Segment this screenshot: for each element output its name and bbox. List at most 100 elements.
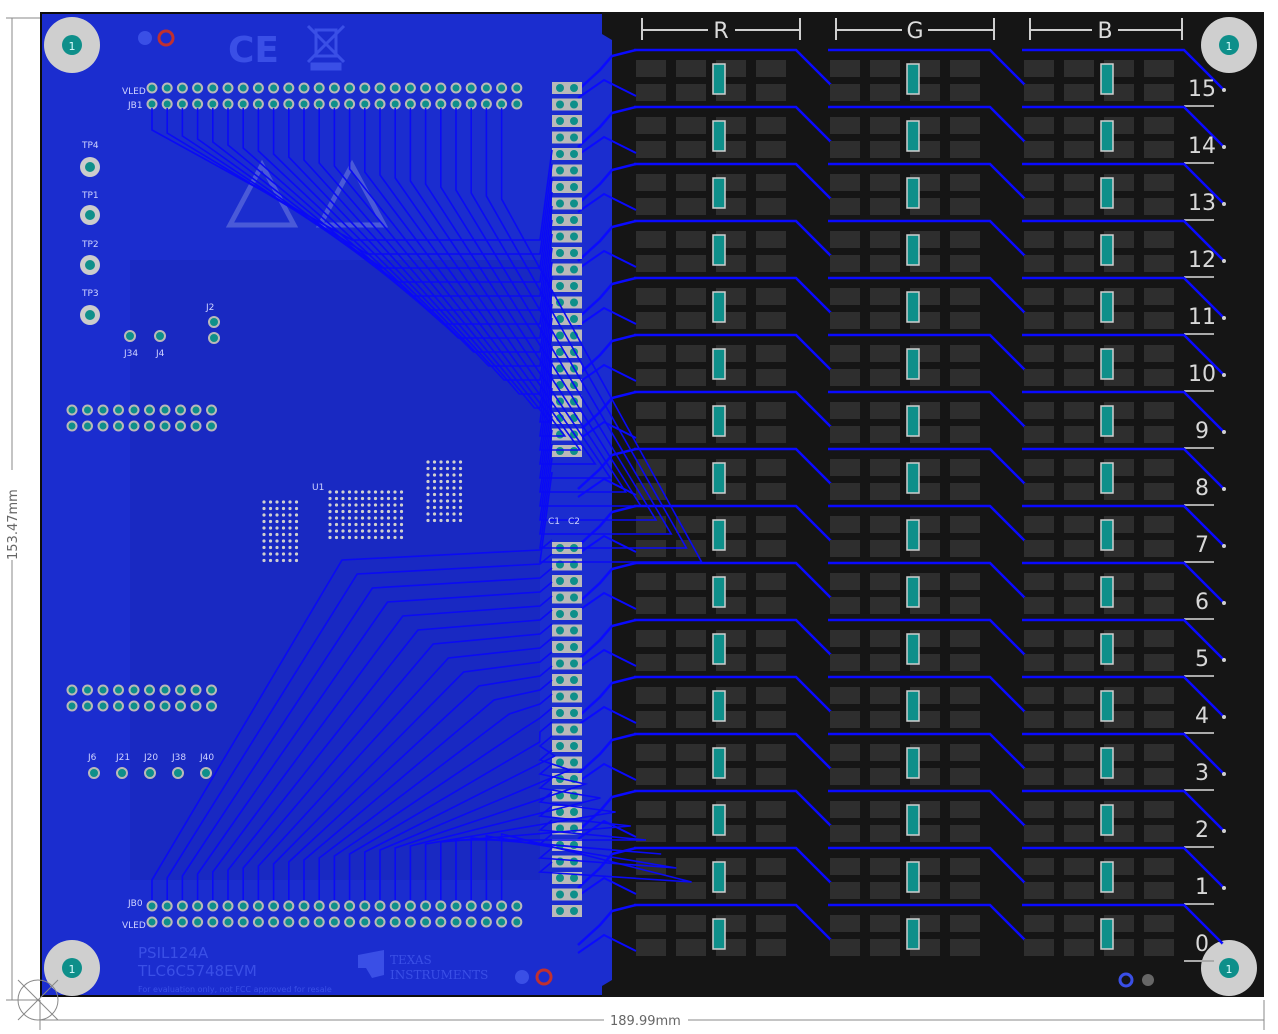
led-pad [1064, 198, 1094, 215]
led-pad [830, 84, 860, 101]
jumper-label: J20 [143, 753, 158, 763]
pin [570, 626, 578, 635]
led-pad [636, 255, 666, 272]
led-package [1100, 348, 1114, 380]
header-pin [283, 900, 295, 912]
led-package [712, 747, 726, 779]
header-pin [252, 98, 264, 110]
via [373, 490, 378, 494]
header-pin [206, 700, 217, 712]
via [328, 503, 332, 507]
via [445, 499, 450, 503]
header-pin [389, 82, 401, 94]
via [393, 535, 397, 540]
mounting-hole-top-left: 1 [44, 17, 100, 73]
led-pad [950, 426, 980, 443]
via [426, 486, 430, 490]
led-package [906, 633, 920, 665]
via [399, 490, 404, 494]
header-pin [237, 98, 249, 110]
led-package [1100, 462, 1114, 494]
led-pad [676, 174, 706, 191]
header-pin [511, 82, 523, 94]
via [275, 558, 279, 563]
led-pad [1024, 858, 1054, 875]
row-number: 12 [1188, 248, 1216, 273]
led-pad [1064, 597, 1094, 614]
via [458, 499, 463, 503]
via [432, 492, 437, 497]
via [452, 473, 456, 477]
via [341, 522, 345, 527]
header-pin [313, 98, 325, 110]
led-pad [676, 768, 706, 785]
header-pin [190, 404, 202, 416]
led-package [712, 519, 726, 551]
header-pin [206, 404, 217, 416]
led-package [712, 348, 726, 380]
ce-mark: CE [228, 30, 279, 71]
led-pad [950, 630, 980, 647]
via [399, 509, 404, 514]
pin [570, 447, 578, 455]
via [445, 518, 450, 523]
led-pad [830, 573, 860, 590]
pin [570, 265, 578, 274]
via [281, 558, 286, 563]
led-pad [830, 141, 860, 158]
led-pad [756, 84, 786, 101]
mounting-hole-bottom-right: 1 [1201, 940, 1257, 996]
header-pin [450, 82, 462, 94]
pin [556, 626, 564, 635]
via [386, 490, 391, 494]
header-pin [496, 916, 508, 928]
led-package [712, 234, 726, 266]
pin [570, 117, 578, 125]
led-pad [870, 174, 900, 191]
led-pad [676, 369, 706, 386]
via [452, 518, 456, 523]
led-pad [830, 516, 860, 533]
led-pad [950, 174, 980, 191]
via [393, 509, 397, 514]
led-pad [676, 483, 706, 500]
board-footer-note: For evaluation only, not FCC approved fo… [138, 985, 332, 994]
header-pin [161, 82, 173, 94]
header-pin [252, 82, 264, 94]
row-number: 15 [1188, 77, 1216, 102]
header-pin [420, 916, 432, 928]
header-pin [511, 98, 523, 110]
led-pad [756, 858, 786, 875]
header-pin [144, 404, 155, 416]
row-number: 6 [1195, 590, 1209, 615]
via [386, 496, 391, 501]
led-pad [1144, 768, 1174, 785]
led-pad [830, 687, 860, 704]
led-package [1100, 633, 1114, 665]
header-pin [404, 98, 416, 110]
led-pad [756, 312, 786, 329]
via [288, 532, 292, 537]
via [268, 519, 273, 524]
via [328, 490, 332, 494]
header-pin [113, 404, 124, 416]
via [354, 516, 358, 520]
pin [556, 593, 564, 602]
via [288, 526, 292, 530]
led-package [906, 804, 920, 836]
led-pad [1144, 483, 1174, 500]
led-pad [756, 597, 786, 614]
led-package [906, 462, 920, 494]
pin [556, 659, 564, 668]
header-pin [222, 98, 234, 110]
row-number: 5 [1195, 647, 1209, 672]
fiducial-led-gray [1142, 974, 1154, 986]
header-pin [159, 700, 171, 712]
pin [570, 577, 578, 585]
pin [556, 282, 564, 290]
via [458, 492, 463, 497]
header-pin [344, 98, 356, 110]
header-pin [128, 700, 140, 712]
led-pad [1144, 345, 1174, 362]
led-pad [676, 255, 706, 272]
